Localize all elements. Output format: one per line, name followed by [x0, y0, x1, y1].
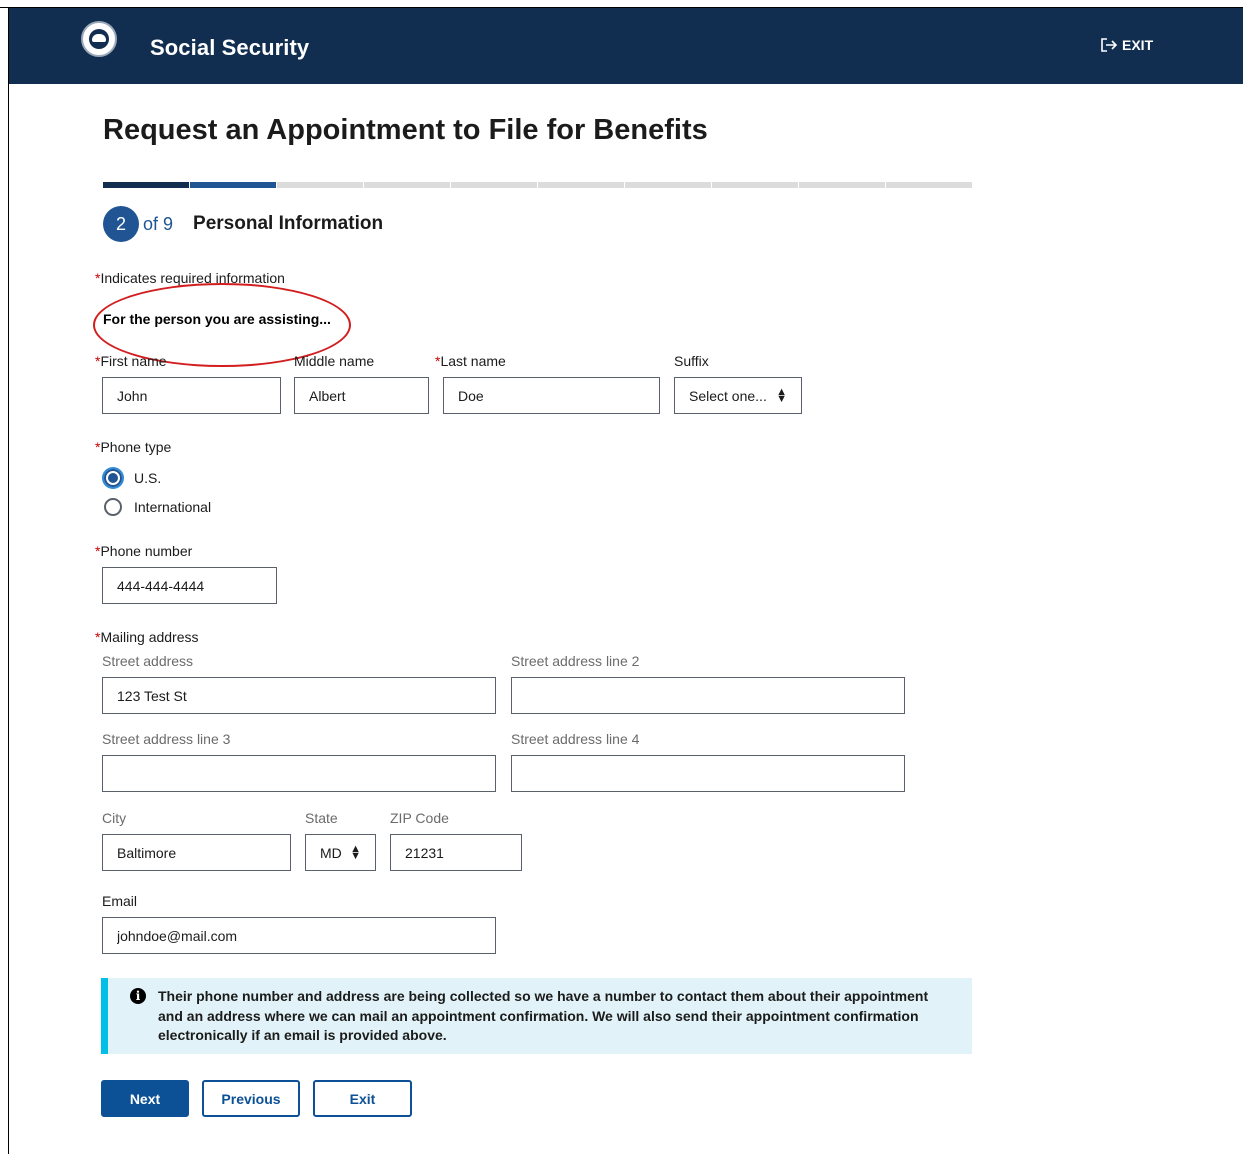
city-label: City [102, 810, 127, 826]
phone-number-label: *Phone number [95, 543, 193, 559]
progress-segment [799, 182, 885, 188]
street1-input[interactable] [102, 677, 496, 714]
street2-input[interactable] [511, 677, 905, 714]
progress-segment [886, 182, 972, 188]
suffix-select[interactable]: Select one... ▲ ▼ [674, 377, 802, 414]
alert-text: Their phone number and address are being… [158, 988, 929, 1043]
zip-input[interactable] [390, 834, 522, 871]
middle-name-label: Middle name [294, 353, 375, 369]
window-frame-left [8, 8, 9, 1154]
updown-arrows-icon: ▲ ▼ [350, 842, 361, 862]
step-indicator: 2 of 9 Personal Information [103, 206, 383, 242]
info-alert: i Their phone number and address are bei… [101, 978, 972, 1054]
brand-name[interactable]: Social Security [150, 35, 309, 61]
progress-segment [277, 182, 363, 188]
ssa-seal-logo-icon[interactable] [81, 21, 117, 57]
last-name-label: *Last name [435, 353, 506, 369]
progress-segment [451, 182, 537, 188]
suffix-value: Select one... [689, 387, 767, 404]
city-input[interactable] [102, 834, 291, 871]
street3-label: Street address line 3 [102, 731, 231, 747]
mailing-address-label: *Mailing address [95, 629, 199, 645]
street1-label: Street address [102, 653, 194, 669]
step-title: Personal Information [193, 213, 384, 234]
header-exit-button[interactable]: EXIT [1100, 37, 1153, 53]
updown-arrows-icon: ▲ ▼ [776, 385, 787, 405]
middle-name-input[interactable] [294, 377, 429, 414]
radio-checked-icon[interactable] [104, 469, 122, 487]
step-number-badge: 2 [103, 206, 139, 242]
radio-unchecked-icon[interactable] [104, 498, 122, 516]
header-exit-label: EXIT [1122, 37, 1154, 53]
progress-segment [712, 182, 798, 188]
progress-segment [364, 182, 450, 188]
zip-label: ZIP Code [390, 810, 449, 826]
state-value: MD [320, 844, 342, 861]
phone-type-international-option[interactable]: International [104, 498, 211, 516]
next-button[interactable]: Next [101, 1080, 189, 1117]
street4-input[interactable] [511, 755, 905, 792]
page-title: Request an Appointment to File for Benef… [103, 114, 708, 146]
step-of-label: of 9 [143, 213, 174, 234]
site-header: Social Security EXIT [9, 8, 1243, 84]
info-icon: i [130, 988, 146, 1004]
progress-segment [538, 182, 624, 188]
progress-bar [103, 182, 973, 188]
phone-number-input[interactable] [102, 567, 277, 604]
first-name-input[interactable] [102, 377, 281, 414]
state-label: State [305, 810, 338, 826]
assisting-heading: For the person you are assisting... [103, 311, 331, 327]
suffix-label: Suffix [674, 353, 709, 369]
street3-input[interactable] [102, 755, 496, 792]
street2-label: Street address line 2 [511, 653, 640, 669]
street4-label: Street address line 4 [511, 731, 640, 747]
first-name-label: *First name [95, 353, 167, 369]
progress-segment [625, 182, 711, 188]
phone-type-label: *Phone type [95, 439, 172, 455]
state-select[interactable]: MD ▲ ▼ [305, 834, 376, 871]
required-note: *Indicates required information [95, 270, 285, 286]
last-name-input[interactable] [443, 377, 660, 414]
exit-icon [1101, 38, 1118, 52]
exit-button[interactable]: Exit [313, 1080, 412, 1117]
previous-button[interactable]: Previous [202, 1080, 300, 1117]
phone-type-us-option[interactable]: U.S. [104, 469, 161, 487]
email-input[interactable] [102, 917, 496, 954]
progress-segment [190, 182, 276, 188]
email-label: Email [102, 893, 138, 909]
progress-segment [103, 182, 189, 188]
